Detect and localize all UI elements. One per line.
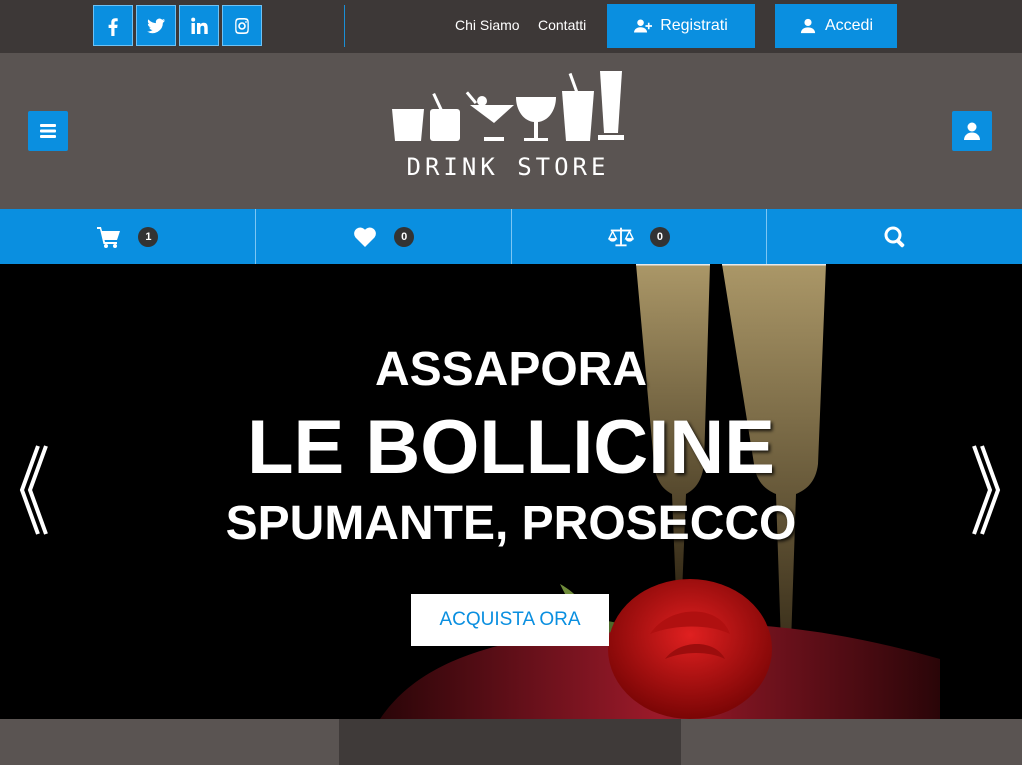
menu-button[interactable] (28, 111, 68, 151)
search-icon (884, 226, 904, 247)
utility-bar: 1 0 0 (0, 209, 1022, 264)
slider-next-arrow-icon[interactable] (972, 444, 1002, 536)
login-label: Accedi (824, 17, 874, 34)
cart-button[interactable]: 1 (0, 209, 256, 264)
account-button[interactable] (952, 111, 992, 151)
hamburger-icon (40, 124, 56, 138)
linkedin-icon (191, 17, 208, 34)
cart-icon (97, 226, 121, 248)
compare-button[interactable]: 0 (512, 209, 768, 264)
twitter-icon (147, 18, 165, 33)
register-button[interactable]: Registrati (607, 4, 755, 48)
user-icon (800, 18, 816, 34)
drink-glasses-icon (392, 71, 624, 141)
bottom-strip (0, 719, 1022, 765)
twitter-link[interactable] (136, 5, 176, 46)
buy-now-button[interactable]: ACQUISTA ORA (411, 594, 609, 646)
register-label: Registrati (660, 17, 728, 34)
compare-count-badge: 0 (649, 226, 670, 247)
cart-count-badge: 1 (138, 226, 159, 247)
topbar-divider (344, 5, 345, 47)
facebook-icon (108, 17, 118, 36)
linkedin-link[interactable] (179, 5, 219, 46)
champagne-rose-image (380, 264, 940, 719)
user-icon (964, 122, 980, 140)
site-logo[interactable]: DRINK STORE (388, 71, 628, 181)
hero-line-3: SPUMANTE, PROSECCO (225, 497, 797, 550)
user-plus-icon (634, 19, 653, 33)
logo-text: DRINK STORE (406, 153, 610, 181)
balance-scale-icon (607, 227, 634, 246)
bottom-strip-center (339, 719, 681, 765)
heart-icon (354, 227, 376, 247)
facebook-link[interactable] (93, 5, 133, 46)
wishlist-button[interactable]: 0 (256, 209, 512, 264)
search-button[interactable] (767, 209, 1022, 264)
social-links (93, 5, 265, 46)
hero-slider: ASSAPORA LE BOLLICINE SPUMANTE, PROSECCO… (0, 264, 1022, 719)
site-header: DRINK STORE (0, 53, 1022, 209)
wishlist-count-badge: 0 (394, 226, 415, 247)
top-bar: Chi Siamo Contatti Registrati Accedi (0, 0, 1022, 53)
hero-line-2: LE BOLLICINE (247, 405, 775, 490)
about-link[interactable]: Chi Siamo (455, 17, 520, 33)
login-button[interactable]: Accedi (775, 4, 897, 48)
instagram-link[interactable] (222, 5, 262, 46)
contacts-link[interactable]: Contatti (538, 17, 586, 33)
hero-line-1: ASSAPORA (374, 343, 648, 396)
instagram-icon (235, 17, 249, 34)
slider-prev-arrow-icon[interactable] (18, 444, 48, 536)
